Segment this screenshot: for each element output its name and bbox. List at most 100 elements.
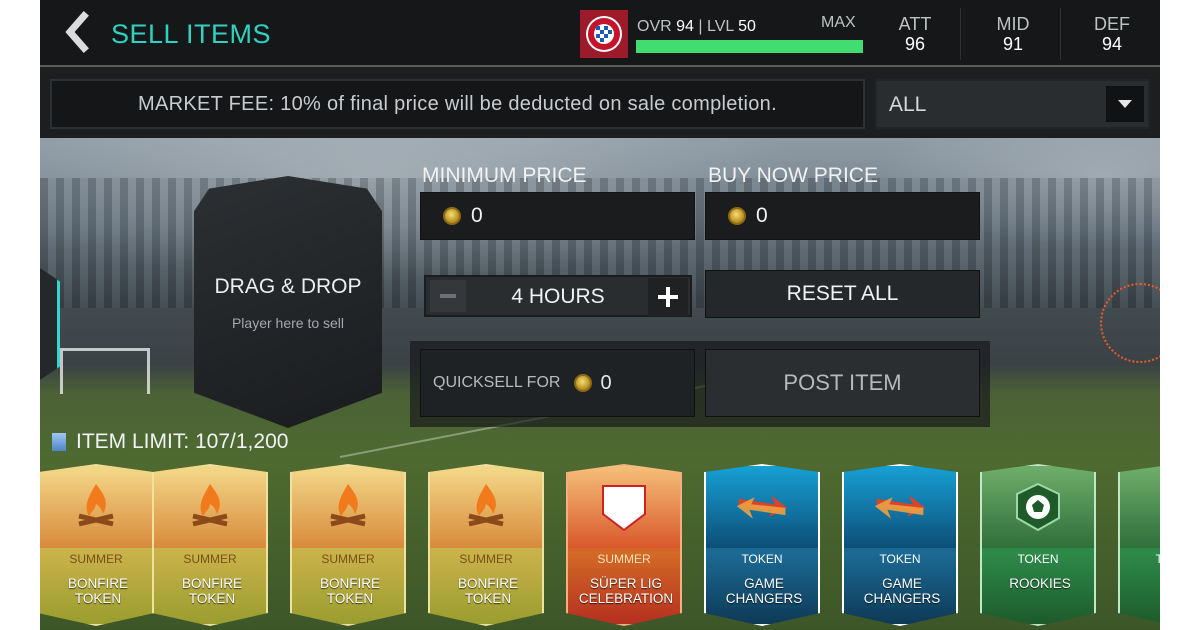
stat-mid: MID 91	[963, 14, 1063, 54]
side-drawer-handle[interactable]	[40, 268, 60, 380]
card-name: GAME CHANGERS	[846, 576, 956, 606]
duration-decrease-button[interactable]	[430, 280, 466, 312]
card-art	[1120, 466, 1160, 548]
minimum-price-input[interactable]: 0	[420, 192, 695, 240]
chevron-left-icon	[65, 11, 89, 53]
filter-dropdown-button[interactable]	[1106, 86, 1144, 122]
card-name: BONFIRE TOKEN	[294, 576, 404, 606]
card-name-line: SÜPER LIG	[589, 576, 663, 591]
card-name: BONFIRE TOKEN	[432, 576, 542, 606]
card-rarity: SUMMER	[321, 552, 375, 566]
back-button[interactable]	[54, 10, 98, 54]
max-label: MAX	[821, 14, 856, 31]
item-card[interactable]: SUMMER BONFIRE TOKEN	[40, 464, 154, 626]
stat-label: MID	[996, 14, 1030, 34]
bonfire-icon	[69, 480, 123, 534]
drop-zone-title: DRAG & DROP	[214, 275, 362, 298]
card-rarity: SUMMER	[597, 552, 651, 566]
filter-value: ALL	[889, 93, 927, 116]
card-name-line: BONFIRE	[181, 576, 242, 591]
ovr-value: 94	[676, 18, 694, 35]
quicksell-value: 0	[600, 371, 612, 394]
card-rarity: SUMMER	[69, 552, 123, 566]
item-card[interactable]: SUMMER BONFIRE TOKEN	[428, 464, 544, 626]
coin-icon	[443, 207, 461, 225]
card-name: SÜPER LIG CELEBRATION	[570, 576, 680, 606]
card-name-line: TOKEN	[464, 591, 512, 606]
stat-value: 91	[1002, 34, 1024, 54]
stat-label: DEF	[1094, 14, 1130, 34]
lvl-value: 50	[738, 18, 756, 35]
card-name-line: TOKEN	[74, 591, 122, 606]
minus-icon	[440, 294, 456, 298]
card-name-line: BONFIRE	[457, 576, 518, 591]
separator: |	[698, 18, 707, 35]
card-name-line: RO	[1122, 576, 1160, 591]
market-fee-notice: MARKET FEE: 10% of final price will be d…	[50, 79, 865, 129]
card-name-line: BONFIRE	[67, 576, 128, 591]
card-rarity: SUMMER	[183, 552, 237, 566]
card-name: ROOKIES	[984, 576, 1094, 591]
item-limit: ITEM LIMIT: 107/1,200	[52, 430, 288, 454]
card-rarity: TOKEN	[1017, 552, 1059, 566]
minimum-price-label: MINIMUM PRICE	[422, 164, 587, 187]
coin-icon	[574, 374, 593, 392]
item-card[interactable]: TOKEN GAME CHANGERS	[704, 464, 820, 626]
ovr-label: OVR	[637, 18, 672, 35]
buy-now-price-label: BUY NOW PRICE	[708, 164, 878, 187]
sell-items-screen: SELL ITEMS OVR 94 | LVL 50 MAX ATT 96 MI…	[40, 0, 1160, 630]
duration-value: 4 HOURS	[511, 285, 605, 308]
card-rarity: SUMMER	[459, 552, 513, 566]
duration-stepper: 4 HOURS	[424, 275, 692, 317]
item-card[interactable]: TOKEN ROOKIES	[980, 464, 1096, 626]
card-name-line: ROOKIES	[1009, 576, 1071, 591]
ovr-level-readout: OVR 94 | LVL 50	[637, 18, 756, 36]
item-limit-text: ITEM LIMIT: 107/1,200	[76, 430, 289, 453]
stat-value: 94	[1101, 34, 1123, 54]
item-card[interactable]: SUMMER SÜPER LIG CELEBRATION	[566, 464, 682, 626]
drag-drop-zone[interactable]	[194, 176, 382, 428]
coin-icon	[728, 207, 746, 225]
card-name-line: BONFIRE	[319, 576, 380, 591]
stat-label: ATT	[898, 14, 932, 34]
swap-arrows-icon	[735, 480, 789, 534]
stat-def: DEF 94	[1062, 14, 1160, 54]
lvl-label: LVL	[706, 18, 734, 35]
stat-att: ATT 96	[865, 14, 965, 54]
bonfire-icon	[459, 480, 513, 534]
football-badge-icon	[1011, 480, 1065, 534]
chevron-down-icon	[1118, 100, 1132, 108]
card-rarity: TOKEN	[1120, 552, 1160, 566]
xp-progress-bar	[636, 40, 863, 53]
top-bar: SELL ITEMS OVR 94 | LVL 50 MAX ATT 96 MI…	[40, 0, 1160, 67]
item-card[interactable]: SUMMER BONFIRE TOKEN	[290, 464, 406, 626]
duration-increase-button[interactable]	[648, 278, 688, 316]
card-name: BONFIRE TOKEN	[42, 576, 152, 606]
buy-now-price-value: 0	[756, 204, 768, 227]
super-lig-logo-icon	[597, 480, 651, 534]
minimum-price-value: 0	[471, 204, 483, 227]
item-card-strip: SUMMER BONFIRE TOKEN SUMMER BONFIRE TOKEN …	[40, 464, 1160, 630]
page-title: SELL ITEMS	[111, 19, 272, 49]
buy-now-price-input[interactable]: 0	[705, 192, 980, 240]
swap-arrows-icon	[873, 480, 927, 534]
card-name-line: CELEBRATION	[578, 591, 674, 606]
card-rarity: TOKEN	[879, 552, 921, 566]
card-name-line: TOKEN	[326, 591, 374, 606]
filter-dropdown[interactable]: ALL	[875, 79, 1150, 129]
card-name: BONFIRE TOKEN	[156, 576, 266, 606]
item-card[interactable]: TOKEN RO	[1118, 464, 1160, 626]
card-name-line: GAME CHANGERS	[725, 576, 803, 606]
bonfire-icon	[321, 480, 375, 534]
bonfire-icon	[183, 480, 237, 534]
goal-post	[60, 348, 150, 394]
card-name: RO	[1122, 576, 1160, 591]
reset-all-button[interactable]: RESET ALL	[705, 270, 980, 318]
item-card[interactable]: SUMMER BONFIRE TOKEN	[152, 464, 268, 626]
club-crest-icon	[586, 16, 622, 52]
xp-progress-fill	[636, 40, 863, 53]
stat-value: 96	[904, 34, 926, 54]
post-item-button[interactable]: POST ITEM	[705, 349, 980, 417]
club-badge	[580, 10, 628, 58]
item-card[interactable]: TOKEN GAME CHANGERS	[842, 464, 958, 626]
